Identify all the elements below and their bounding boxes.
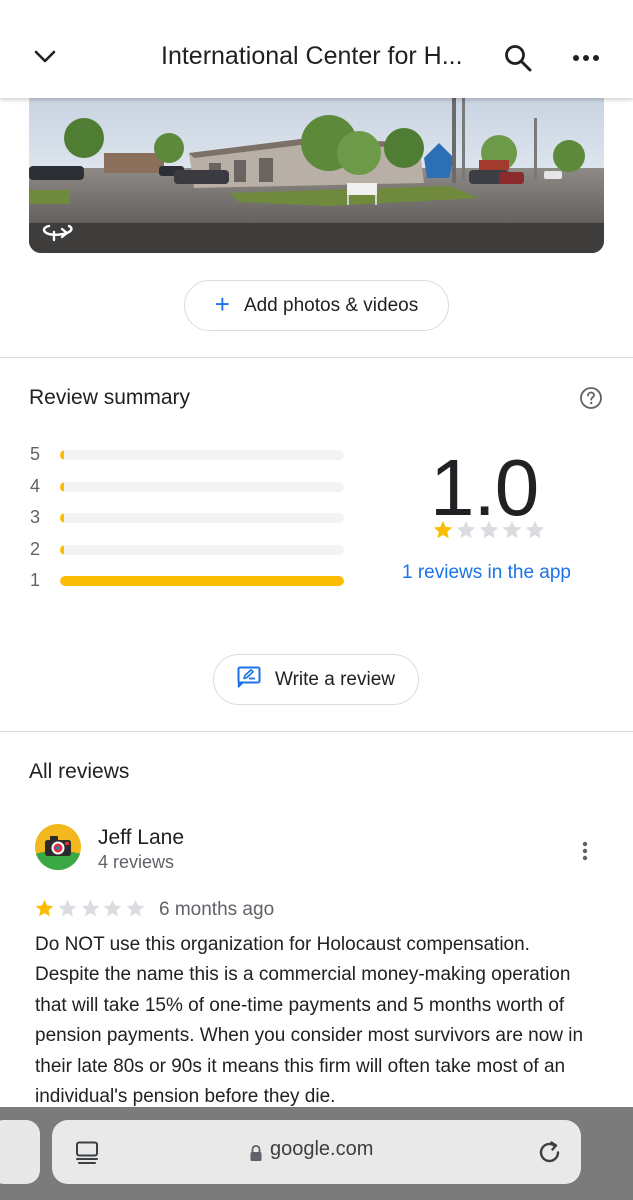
section-divider	[0, 731, 633, 732]
rating-bar-row: 4	[29, 476, 349, 496]
rating-bar-track	[60, 513, 344, 523]
360-rotate-icon	[41, 216, 75, 244]
review-text: Do NOT use this organization for Holocau…	[35, 934, 584, 1108]
star-filled-icon	[432, 519, 454, 541]
add-photos-label: Add photos & videos	[243, 294, 419, 316]
top-app-bar: International Center for H...	[0, 0, 633, 98]
section-divider	[0, 357, 633, 358]
star-empty-icon	[57, 898, 78, 919]
rating-bar-track	[60, 576, 344, 586]
reviewer-name[interactable]: Jeff Lane	[98, 826, 184, 850]
search-icon[interactable]	[498, 38, 538, 78]
star-filled-icon	[34, 898, 55, 919]
rating-bar-fill	[60, 513, 64, 523]
rating-bar-label: 1	[30, 570, 41, 590]
star-empty-icon	[478, 519, 500, 541]
tabs-icon[interactable]	[74, 1140, 100, 1166]
page-title: International Center for H...	[161, 42, 463, 70]
rating-bar-label: 5	[30, 444, 41, 464]
rating-bar-label: 3	[30, 507, 41, 527]
street-view-image	[29, 98, 604, 253]
star-empty-icon	[102, 898, 123, 919]
write-review-label: Write a review	[274, 668, 395, 690]
rating-bar-fill	[60, 576, 344, 586]
reviewer-review-count: 4 reviews	[98, 852, 175, 872]
star-empty-icon	[524, 519, 546, 541]
lock-icon	[249, 1144, 263, 1162]
write-review-button[interactable]: Write a review	[213, 654, 419, 705]
rating-bar-label: 2	[30, 539, 41, 559]
rating-bar-fill	[60, 482, 64, 492]
review-summary-heading: Review summary	[29, 386, 191, 409]
rating-bar-track	[60, 482, 344, 492]
rating-bar-row: 3	[29, 507, 349, 527]
rating-bar-track	[60, 450, 344, 460]
reviews-in-app-link[interactable]: 1 reviews in the app	[402, 558, 572, 588]
star-empty-icon	[455, 519, 477, 541]
plus-icon: +	[214, 289, 230, 319]
review-stars	[34, 898, 148, 919]
more-vertical-icon[interactable]	[572, 838, 598, 864]
reload-icon[interactable]	[536, 1139, 563, 1166]
all-reviews-heading: All reviews	[29, 760, 130, 783]
avatar[interactable]	[35, 824, 81, 870]
star-empty-icon	[501, 519, 523, 541]
rating-bar-row: 1	[29, 570, 349, 590]
rating-bar-row: 5	[29, 444, 349, 464]
average-rating-stars	[432, 519, 547, 541]
review-timestamp: 6 months ago	[159, 899, 275, 920]
help-circle-icon[interactable]	[579, 386, 603, 410]
rating-bar-fill	[60, 545, 64, 555]
rating-bar-fill	[60, 450, 64, 460]
address-bar[interactable]: google.com	[52, 1120, 581, 1184]
previous-tab[interactable]	[0, 1120, 40, 1184]
add-photos-button[interactable]: + Add photos & videos	[184, 280, 449, 331]
url-text[interactable]: google.com	[270, 1138, 373, 1161]
rating-bar-label: 4	[30, 476, 41, 496]
edit-review-icon	[237, 666, 261, 694]
star-empty-icon	[80, 898, 101, 919]
star-empty-icon	[125, 898, 146, 919]
more-horizontal-icon[interactable]	[566, 38, 606, 78]
place-photo[interactable]	[29, 98, 604, 253]
chevron-down-icon[interactable]	[26, 38, 64, 76]
rating-bar-row: 2	[29, 539, 349, 559]
browser-toolbar: google.com	[0, 1107, 633, 1200]
rating-bar-track	[60, 545, 344, 555]
